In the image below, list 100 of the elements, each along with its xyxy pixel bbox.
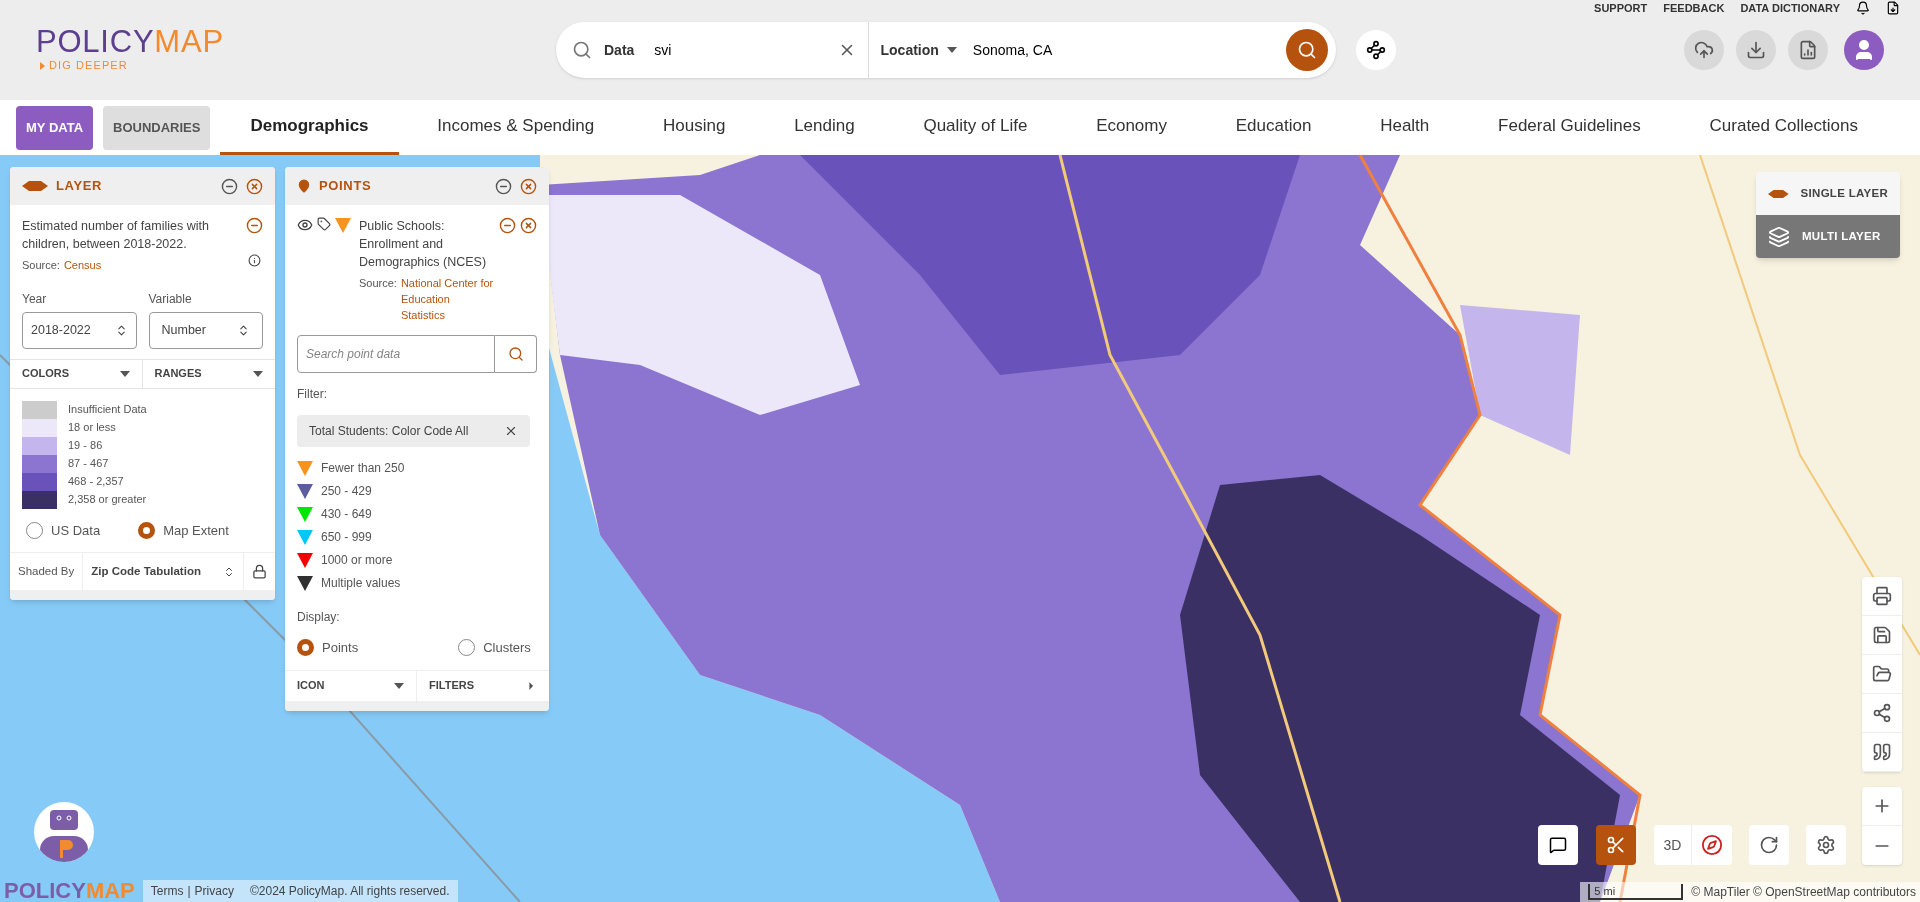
field-label: Year (22, 290, 48, 308)
layer-mode-button[interactable]: SINGLE LAYER (1756, 172, 1900, 215)
scale-bar: 5 mi (1588, 884, 1684, 900)
logo-wordmark[interactable]: POLICYMAP (36, 26, 556, 58)
layer-icon (1768, 188, 1789, 199)
privacy-link[interactable]: Privacy (194, 882, 234, 900)
caret-icon (119, 370, 130, 377)
report-button[interactable] (1788, 30, 1828, 70)
radio-button[interactable] (297, 639, 314, 657)
visibility-icon[interactable] (297, 217, 313, 233)
lock-icon[interactable] (252, 564, 267, 579)
category-tab[interactable]: Economy (1066, 100, 1197, 155)
scissors-icon (1606, 835, 1626, 855)
source-link[interactable]: National Center for Education Statistics (400, 275, 495, 323)
legend-label: Insufficient Data (68, 402, 147, 418)
location-field[interactable]: Sonoma, CA (972, 39, 1273, 61)
legend-label: 430 - 649 (321, 506, 372, 523)
network-button[interactable] (1356, 30, 1396, 70)
compass-icon[interactable] (1701, 834, 1723, 856)
filter-chip[interactable]: Total Students: Color Code All (297, 415, 530, 447)
download-button[interactable] (1736, 30, 1776, 70)
rotate-icon (1759, 835, 1779, 855)
panel-menu[interactable]: ICON (285, 670, 417, 701)
legend-label: Multiple values (321, 575, 401, 592)
scissors-tool-button[interactable] (1596, 825, 1636, 865)
remove-layer-icon[interactable] (246, 217, 263, 234)
radio-button[interactable] (458, 639, 476, 657)
legend-label: 250 - 429 (321, 483, 372, 500)
radio-label: Points (322, 639, 359, 657)
legend-label: Fewer than 250 (321, 460, 405, 477)
point-search-button[interactable] (495, 335, 537, 373)
upload-button[interactable] (1684, 30, 1724, 70)
category-tab[interactable]: Incomes & Spending (407, 100, 625, 155)
info-icon[interactable] (248, 254, 261, 267)
panel-title: POINTS (319, 177, 372, 196)
download-icon (1746, 40, 1766, 60)
cloud-upload-icon (1694, 40, 1714, 60)
location-dropdown[interactable]: Location (880, 39, 957, 61)
close-icon[interactable] (520, 217, 537, 234)
sort-arrows-icon (237, 323, 250, 337)
radio-label: Clusters (483, 639, 531, 657)
top-link[interactable]: FEEDBACK (1663, 0, 1725, 17)
layer-icon (22, 181, 48, 191)
network-icon (1366, 40, 1386, 60)
minimize-icon[interactable] (495, 177, 512, 195)
search-button[interactable] (1286, 29, 1328, 71)
category-tab[interactable]: Federal Guidelines (1468, 100, 1671, 155)
nav-button[interactable]: MY DATA (16, 105, 94, 150)
radio-label: Map Extent (163, 521, 229, 540)
close-icon[interactable] (520, 177, 537, 195)
share-icon[interactable] (1872, 703, 1892, 723)
panel-menu[interactable]: RANGES (142, 359, 275, 388)
source-link[interactable]: Census (63, 257, 102, 274)
panel-menu[interactable]: FILTERS (417, 670, 549, 701)
nav-button[interactable]: BOUNDARIES (103, 105, 211, 150)
data-search-field[interactable]: svi (654, 39, 825, 61)
caret-icon (946, 47, 957, 53)
settings-button[interactable] (1806, 825, 1846, 865)
legend-label: 1000 or more (321, 552, 393, 569)
category-tab[interactable]: Quality of Life (893, 100, 1058, 155)
stacked-layers-icon (1768, 225, 1790, 248)
panel-menu[interactable]: COLORS (10, 359, 143, 388)
save-icon[interactable] (1872, 625, 1892, 645)
filter-label: Filter: (296, 386, 328, 403)
user-avatar[interactable] (1844, 30, 1884, 70)
quote-icon[interactable] (1872, 742, 1892, 762)
field-label: Variable (148, 290, 193, 308)
point-search-field[interactable]: Search point data (297, 335, 495, 373)
year-select[interactable]: 2018-2022 (22, 311, 137, 349)
close-icon[interactable] (246, 177, 263, 195)
terms-link[interactable]: Terms (150, 882, 184, 900)
category-tab[interactable]: Housing (633, 100, 756, 155)
folder-icon[interactable] (1872, 664, 1892, 684)
top-link[interactable]: DATA DICTIONARY (1740, 0, 1840, 17)
category-tab[interactable]: Health (1350, 100, 1460, 155)
tag-icon[interactable] (317, 217, 331, 231)
logo-tagline: DIG DEEPER (49, 58, 128, 74)
close-icon[interactable] (504, 424, 518, 438)
minimize-icon[interactable] (221, 177, 238, 195)
notification-bell-icon[interactable] (1856, 1, 1870, 16)
radio-button[interactable] (26, 521, 43, 539)
search-icon (507, 346, 524, 362)
caret-icon (394, 682, 404, 689)
panel-title: LAYER (56, 177, 103, 196)
variable-select[interactable]: Number (148, 311, 263, 349)
category-tab[interactable]: Curated Collections (1679, 100, 1888, 155)
rotate-button[interactable] (1749, 825, 1789, 865)
link-separator: | (187, 883, 191, 900)
file-download-icon[interactable] (1886, 1, 1900, 16)
layer-mode-button[interactable]: MULTI LAYER (1756, 215, 1900, 258)
category-tab[interactable]: Lending (764, 100, 885, 155)
top-link[interactable]: SUPPORT (1594, 0, 1648, 17)
category-tab[interactable]: Education (1205, 100, 1342, 155)
remove-layer-icon[interactable] (499, 217, 516, 234)
chart-file-icon (1798, 40, 1818, 60)
comment-tool-button[interactable] (1538, 825, 1578, 865)
print-icon[interactable] (1872, 586, 1892, 606)
layer-description: Estimated number of families with children, between 2018-2022. (22, 218, 210, 253)
data-label: Data (604, 40, 635, 60)
radio-button[interactable] (138, 521, 156, 539)
